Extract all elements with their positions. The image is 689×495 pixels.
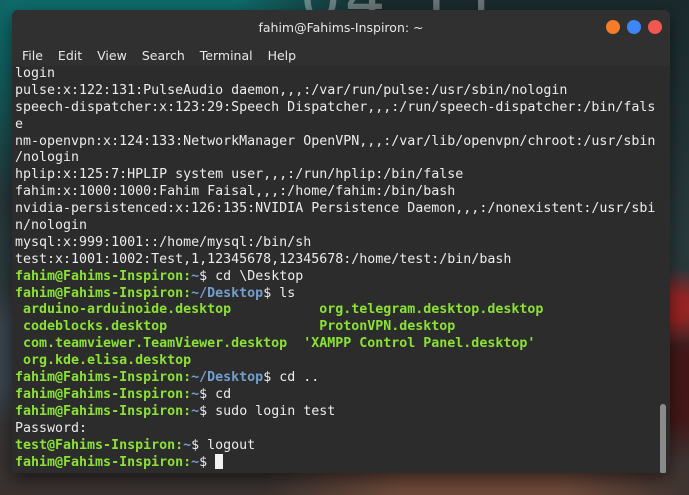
window-titlebar[interactable]: fahim@Fahims-Inspiron: ~ xyxy=(12,10,670,44)
prompt-separator: : xyxy=(175,437,184,453)
terminal-scrollbar[interactable] xyxy=(659,66,666,473)
output-line: /nologin xyxy=(15,150,80,166)
prompt-user: fahim@Fahims-Inspiron xyxy=(15,386,184,402)
ls-output-line: org.kde.elisa.desktop xyxy=(15,353,192,369)
prompt-path: ~/Desktop xyxy=(191,370,264,386)
ls-output-line: arduino-arduinoide.desktop org.telegram.… xyxy=(15,302,544,318)
menu-search[interactable]: Search xyxy=(142,48,185,63)
menu-view[interactable]: View xyxy=(97,48,127,63)
output-line: fahim:x:1000:1000:Fahim Faisal,,,:/home/… xyxy=(15,184,456,200)
prompt-line: fahim@Fahims-Inspiron:~$ cd \Desktop xyxy=(15,269,656,286)
minimize-button[interactable] xyxy=(606,20,620,34)
menu-file[interactable]: File xyxy=(22,48,43,63)
menu-edit[interactable]: Edit xyxy=(58,48,82,63)
prompt-command: logout xyxy=(207,437,256,453)
output-line: Password: xyxy=(15,420,88,436)
prompt-line: fahim@Fahims-Inspiron:~$ cd xyxy=(15,387,656,404)
prompt-path: ~ xyxy=(191,386,200,402)
menu-terminal[interactable]: Terminal xyxy=(200,48,253,63)
prompt-command: cd .. xyxy=(279,370,320,386)
output-line: nm-openvpn:x:124:133:NetworkManager Open… xyxy=(15,133,656,149)
prompt-separator: : xyxy=(183,403,192,419)
prompt-user: test@Fahims-Inspiron xyxy=(15,437,176,453)
close-button[interactable] xyxy=(648,20,662,34)
prompt-user: fahim@Fahims-Inspiron xyxy=(15,403,184,419)
prompt-path: ~ xyxy=(191,268,200,284)
prompt-user: fahim@Fahims-Inspiron xyxy=(15,285,184,301)
prompt-separator: : xyxy=(183,268,192,284)
prompt-user: fahim@Fahims-Inspiron xyxy=(15,455,184,471)
output-line: speech-dispatcher:x:123:29:Speech Dispat… xyxy=(15,99,656,115)
text-cursor xyxy=(215,454,224,470)
prompt-path: ~ xyxy=(191,455,200,471)
prompt-sign: $ xyxy=(199,455,216,471)
prompt-line: fahim@Fahims-Inspiron:~$ xyxy=(15,454,656,471)
prompt-sign: $ xyxy=(199,386,216,402)
prompt-sign: $ xyxy=(199,268,216,284)
maximize-button[interactable] xyxy=(627,20,641,34)
prompt-command: cd \Desktop xyxy=(215,268,304,284)
scrollbar-thumb[interactable] xyxy=(660,404,666,473)
prompt-sign: $ xyxy=(263,370,280,386)
prompt-sign: $ xyxy=(191,437,208,453)
ls-output-line: codeblocks.desktop ProtonVPN.desktop xyxy=(15,319,456,335)
desktop-wallpaper: 04:11 fahim@Fahims-Inspiron: ~ File Edit… xyxy=(0,0,689,495)
prompt-command: sudo login test xyxy=(215,403,336,419)
output-line: hplip:x:125:7:HPLIP system user,,,:/run/… xyxy=(15,167,464,183)
output-line: nvidia-persistenced:x:126:135:NVIDIA Per… xyxy=(15,201,656,217)
prompt-path: ~ xyxy=(183,437,192,453)
window-controls xyxy=(606,20,662,34)
terminal-output[interactable]: login pulse:x:122:131:PulseAudio daemon,,… xyxy=(12,66,670,473)
window-title: fahim@Fahims-Inspiron: ~ xyxy=(258,20,424,35)
output-line: test:x:1001:1002:Test,1,12345678,1234567… xyxy=(15,251,512,267)
prompt-separator: : xyxy=(183,285,192,301)
output-line: mysql:x:999:1001::/home/mysql:/bin/sh xyxy=(15,234,312,250)
prompt-user: fahim@Fahims-Inspiron xyxy=(15,370,184,386)
prompt-path: ~ xyxy=(191,403,200,419)
terminal-window[interactable]: fahim@Fahims-Inspiron: ~ File Edit View … xyxy=(12,10,670,473)
prompt-line: fahim@Fahims-Inspiron:~/Desktop$ ls xyxy=(15,286,656,303)
prompt-separator: : xyxy=(183,370,192,386)
prompt-sign: $ xyxy=(263,285,280,301)
prompt-separator: : xyxy=(183,455,192,471)
output-line: pulse:x:122:131:PulseAudio daemon,,,:/va… xyxy=(15,82,568,98)
ls-output-line: com.teamviewer.TeamViewer.desktop 'XAMPP… xyxy=(15,336,536,352)
menu-bar: File Edit View Search Terminal Help xyxy=(12,44,670,66)
menu-help[interactable]: Help xyxy=(268,48,297,63)
prompt-command: ls xyxy=(279,285,296,301)
prompt-sign: $ xyxy=(199,403,216,419)
output-line: e xyxy=(15,116,24,132)
output-line: n/nologin xyxy=(15,218,88,234)
prompt-separator: : xyxy=(183,386,192,402)
prompt-line: fahim@Fahims-Inspiron:~$ sudo login test xyxy=(15,404,656,421)
prompt-line: test@Fahims-Inspiron:~$ logout xyxy=(15,438,656,455)
output-line: login xyxy=(15,66,56,81)
prompt-command: cd xyxy=(215,386,232,402)
prompt-path: ~/Desktop xyxy=(191,285,264,301)
prompt-line: fahim@Fahims-Inspiron:~/Desktop$ cd .. xyxy=(15,370,656,387)
prompt-user: fahim@Fahims-Inspiron xyxy=(15,268,184,284)
